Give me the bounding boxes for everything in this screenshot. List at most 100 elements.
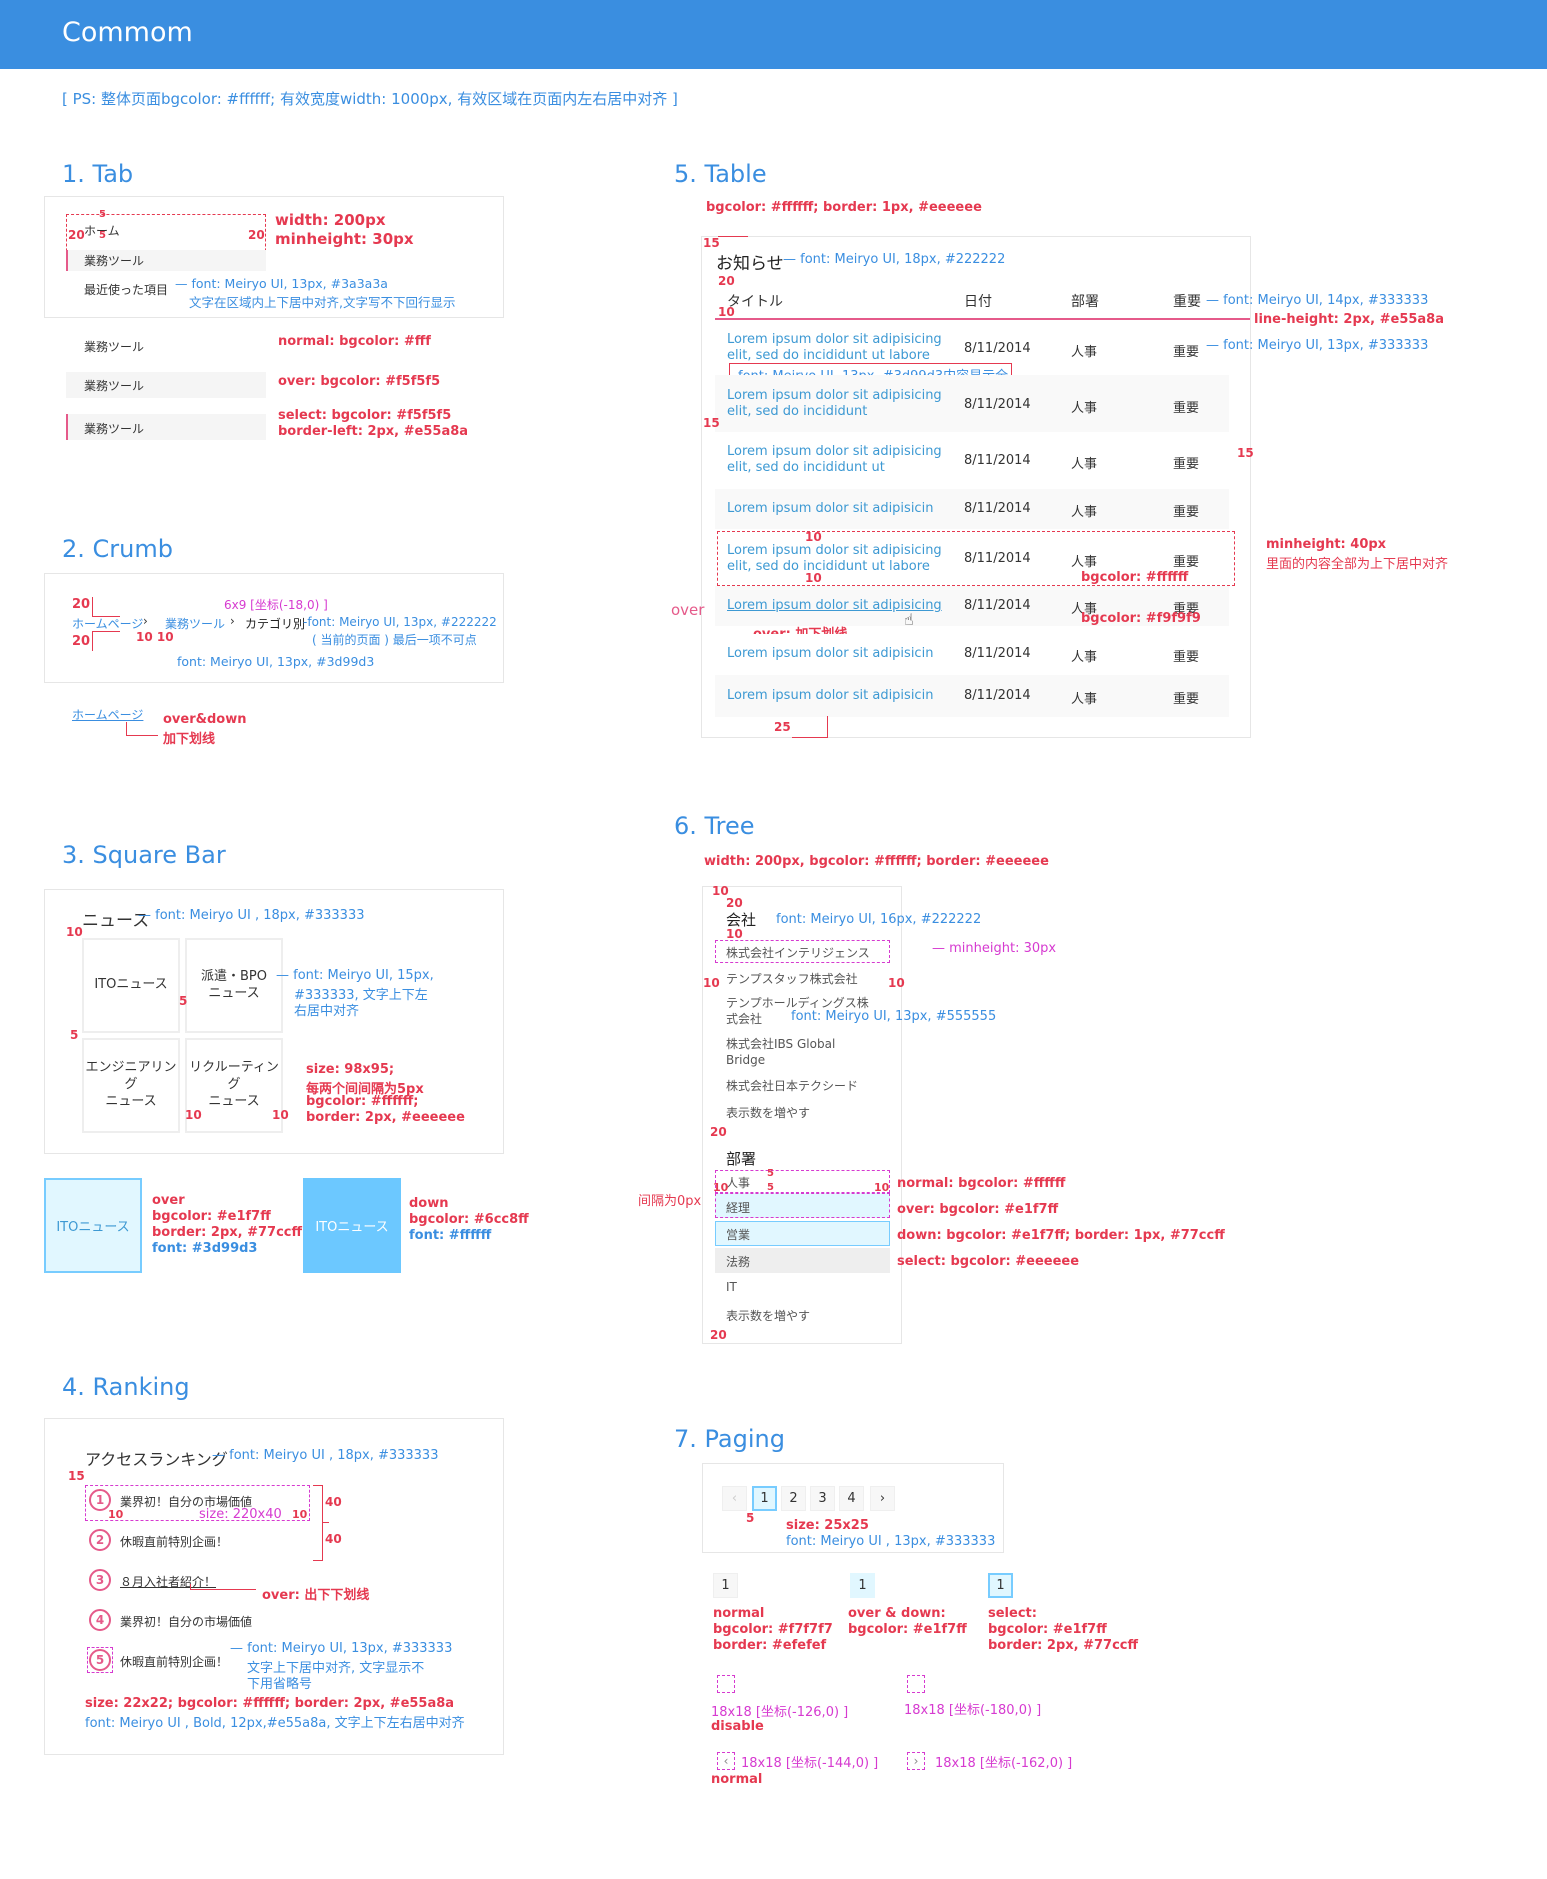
table-cell-title[interactable]: Lorem ipsum dolor sit adipisicin (727, 501, 933, 517)
dim-label: 40 (325, 1495, 342, 1509)
section-title-crumb: 2. Crumb (62, 535, 173, 563)
tree-more[interactable]: 表示数を増やす (726, 1104, 810, 1121)
ann-table-minh2: 里面的内容全部为上下居中对齐 (1266, 557, 1449, 572)
table-cell-title[interactable]: Lorem ipsum dolor sit adipisicing elit, … (727, 388, 942, 420)
rank-badge: 2 (89, 1529, 111, 1551)
paging-state-select[interactable]: 1 (988, 1573, 1013, 1598)
crumb-mid-link[interactable]: 業務ツール (165, 615, 225, 632)
ann-paging-select-border: border: 2px, #77ccff (988, 1638, 1139, 1653)
table-header-rule (715, 318, 1250, 320)
dim-label: 5 (70, 1028, 79, 1042)
square-item[interactable]: エンジニアリング ニュース (82, 1038, 180, 1133)
table-cell-imp: 重要 (1173, 401, 1200, 416)
crumb-over-link[interactable]: ホームページ (72, 706, 143, 723)
paging-state-normal[interactable]: 1 (713, 1573, 738, 1598)
paging-state-over[interactable]: 1 (850, 1573, 875, 1598)
tree-item[interactable]: 株式会社インテリジェンス (726, 944, 870, 961)
section-title-ranking: 4. Ranking (62, 1373, 190, 1401)
ann-table-cell: — font: Meiryo UI, 13px, #333333 (1206, 338, 1429, 353)
tree-item[interactable]: 株式会社日本テクシード (726, 1077, 858, 1094)
tree-item[interactable]: テンプスタッフ株式会社 (726, 970, 858, 987)
ann-paging-size: size: 25x25 (786, 1518, 869, 1533)
ann-tree-minh: — minheight: 30px (932, 941, 1057, 956)
rank-item[interactable]: 業界初！自分の市場価値 (120, 1613, 252, 1630)
ann-tab-font: — font: Meiryo UI, 13px, #3a3a3a (175, 276, 388, 291)
table-cell-dept: 人事 (1071, 692, 1098, 707)
square-down-sample[interactable]: ITOニュース (303, 1178, 401, 1273)
ann-square-over-border: border: 2px, #77ccff (152, 1225, 303, 1240)
ann-icon2: 18x18 [坐标(-180,0) ] (904, 1703, 1042, 1718)
table-cell-title[interactable]: Lorem ipsum dolor sit adipisicing elit, … (727, 332, 942, 364)
page-header (0, 0, 1547, 69)
dim-label: 10 (718, 305, 735, 319)
paging-page-button[interactable]: 1 (752, 1486, 777, 1511)
tab-state-normal-label: 業務ツール (84, 340, 145, 354)
table-cell-title[interactable]: Lorem ipsum dolor sit adipisicing elit, … (727, 444, 942, 476)
dim-label: 20 (710, 1125, 727, 1139)
ann-table-bgg: bgcolor: #f9f9f9 (1081, 611, 1201, 626)
ann-paging-select-bg: bgcolor: #e1f7ff (988, 1622, 1107, 1637)
dim-bracket (792, 716, 828, 738)
section-title-tab: 1. Tab (62, 160, 134, 188)
paging-prev-button[interactable]: ‹ (722, 1486, 747, 1511)
dim-label: 10 (66, 925, 83, 939)
dim-tick (718, 236, 748, 237)
paging-page-button[interactable]: 3 (810, 1486, 835, 1511)
ann-tree-font: font: Meiryo UI, 13px, #555555 (791, 1009, 997, 1024)
square-over-sample[interactable]: ITOニュース (44, 1178, 142, 1273)
ann-paging-disable: disable (711, 1719, 764, 1734)
table-cell-dept: 人事 (1071, 457, 1098, 472)
tree-item[interactable]: IT (726, 1280, 737, 1294)
table-header-dept: 部署 (1071, 294, 1099, 310)
table-cell-title[interactable]: Lorem ipsum dolor sit adipisicin (727, 688, 933, 704)
dim-label: 20 (248, 228, 265, 242)
dim-label: 5 (767, 1168, 774, 1179)
table-cell-date: 8/11/2014 (964, 341, 1031, 356)
ann-table-hdr: — font: Meiryo UI, 14px, #333333 (1206, 293, 1429, 308)
square-item[interactable]: 派遣・BPO ニュース (185, 938, 283, 1033)
paging-page-button[interactable]: 2 (781, 1486, 806, 1511)
square-item[interactable]: ITOニュース (82, 938, 180, 1033)
dim-label: 15 (68, 1469, 85, 1483)
table-header-date: 日付 (964, 294, 992, 310)
ann-paging-normal-bg: bgcolor: #f7f7f7 (713, 1622, 833, 1637)
ann-icon3: 18x18 [坐标(-144,0) ] (741, 1756, 879, 1771)
ann-square-over-font: font: #3d99d3 (152, 1241, 258, 1256)
table-row: Lorem ipsum dolor sit adipisicin 8/11/20… (715, 634, 1229, 674)
dim-label: 20 (726, 896, 743, 910)
table-cell-date: 8/11/2014 (964, 598, 1031, 613)
dim-bracket (126, 722, 158, 736)
dim-label: 5 (746, 1511, 755, 1525)
ann-paging-over-bg: bgcolor: #e1f7ff (848, 1622, 967, 1637)
table-row: Lorem ipsum dolor sit adipisicin 8/11/20… (715, 675, 1229, 717)
dim-label: 10 (805, 530, 822, 544)
tree-item-normal[interactable]: 人事 (726, 1174, 750, 1191)
ann-square-over: over (152, 1193, 185, 1208)
table-cell-imp: 重要 (1173, 692, 1200, 707)
ann-paging-font: font: Meiryo UI , 13px, #333333 (786, 1534, 996, 1549)
ann-paging-normal: normal (713, 1606, 765, 1621)
rank-item[interactable]: 休暇直前特別企画！ (120, 1533, 228, 1550)
table-cell-title[interactable]: Lorem ipsum dolor sit adipisicin (727, 646, 933, 662)
table-cell-date: 8/11/2014 (964, 397, 1031, 412)
ann-crumb-over2: 加下划线 (163, 732, 216, 747)
ann-crumb-current2: ( 当前的页面 ) 最后一项不可点 (312, 633, 477, 647)
table-cell-dept: 人事 (1071, 401, 1098, 416)
dim-bracket (92, 631, 120, 651)
crumb-home-link[interactable]: ホームページ (72, 615, 143, 632)
rank-item[interactable]: 休暇直前特別企画！ (120, 1653, 228, 1670)
dim-label: 10 (292, 1508, 308, 1521)
paging-next-button[interactable]: › (870, 1486, 895, 1511)
ann-tab-select-border: border-left: 2px, #e55a8a (278, 424, 469, 439)
table-header-title: タイトル (727, 294, 783, 310)
dim-label: 15 (703, 236, 720, 250)
ann-tree-width: width: 200px, bgcolor: #ffffff; border: … (704, 854, 1049, 869)
tree-item[interactable]: 株式会社IBS Global Bridge (726, 1036, 835, 1068)
section-title-square: 3. Square Bar (62, 841, 226, 869)
tab-item-recent[interactable]: 最近使った項目 (84, 281, 168, 298)
ann-paging-over: over & down: (848, 1606, 946, 1621)
dim-bracket (313, 1485, 323, 1561)
tree-more[interactable]: 表示数を増やす (726, 1307, 810, 1324)
paging-page-button[interactable]: 4 (839, 1486, 864, 1511)
dim-label: 40 (325, 1532, 342, 1546)
